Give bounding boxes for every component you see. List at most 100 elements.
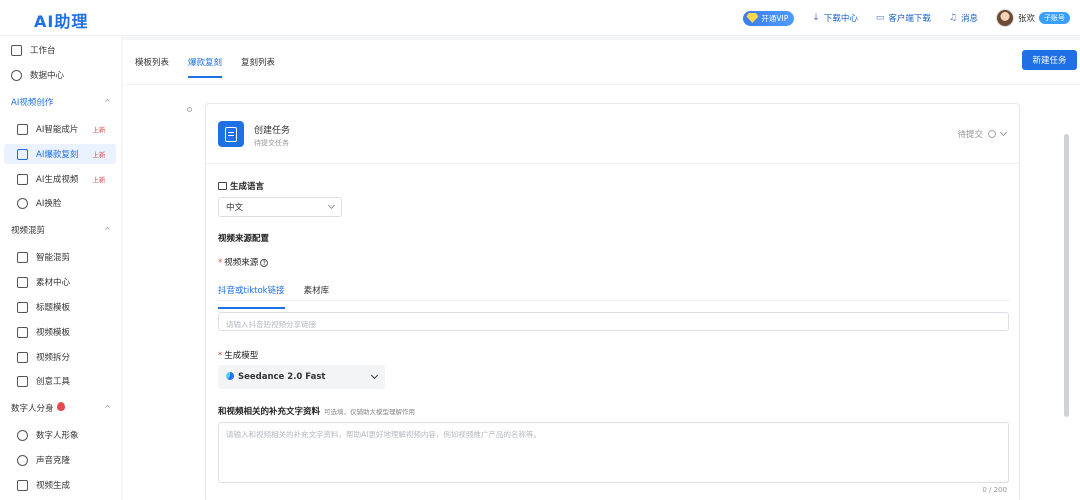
folder-icon bbox=[17, 276, 28, 288]
layout-icon bbox=[17, 326, 28, 338]
bell-icon: ♫ bbox=[948, 13, 957, 23]
sidebar-item-label: 标题模板 bbox=[36, 303, 71, 313]
monitor-icon bbox=[11, 44, 22, 56]
new-badge: 上新 bbox=[92, 176, 106, 184]
required-mark: * bbox=[218, 351, 223, 361]
sidebar-item-data-center[interactable]: 数据中心 bbox=[11, 67, 64, 83]
sidebar-item-material[interactable]: 素材中心 bbox=[17, 274, 70, 290]
supplement-textarea[interactable]: 请输入和视频相关的补充文字资料，帮助AI更好地理解视频内容，例如视频推广产品的名… bbox=[218, 422, 1009, 483]
language-select[interactable]: 中文 bbox=[218, 197, 342, 217]
tab-copy-list[interactable]: 复刻列表 bbox=[241, 40, 275, 84]
char-counter: 0 / 200 bbox=[982, 486, 1007, 494]
task-status: 待提交 bbox=[957, 128, 1008, 140]
sidebar-item-label: 视频生成 bbox=[36, 481, 71, 491]
download-arrow-icon: ↓ bbox=[812, 13, 820, 23]
sidebar-group-mix[interactable]: 视频混剪 ^ bbox=[11, 222, 111, 238]
supplement-hint: 可选填，仅辅助大模型理解作用 bbox=[324, 408, 416, 416]
sidebar-item-voice-clone[interactable]: 声音克隆 bbox=[17, 452, 70, 468]
sidebar-item-workbench[interactable]: 工作台 bbox=[11, 42, 56, 58]
chevron-down-icon[interactable] bbox=[999, 128, 1008, 137]
new-badge: 上新 bbox=[92, 151, 106, 159]
split-icon bbox=[17, 351, 28, 363]
sidebar-item-ai-faceswap[interactable]: AI换脸 bbox=[17, 195, 61, 211]
messages-link[interactable]: ♫ 消息 bbox=[949, 12, 978, 24]
sidebar-item-label: 工作台 bbox=[30, 46, 56, 56]
person-icon bbox=[17, 429, 28, 441]
info-icon[interactable] bbox=[988, 130, 996, 138]
sidebar: 工作台 数据中心 AI视频创作 ^ AI智能成片 上新 AI爆款复刻 上新 AI… bbox=[0, 36, 121, 500]
sidebar-item-smart-mix[interactable]: 智能混剪 bbox=[17, 249, 70, 265]
timeline-dot bbox=[187, 107, 192, 112]
tab-template-list[interactable]: 模板列表 bbox=[135, 40, 169, 84]
sidebar-item-creative-tools[interactable]: 创意工具 bbox=[17, 373, 70, 389]
sidebar-item-title-template[interactable]: 标题模板 bbox=[17, 299, 70, 315]
tab-hot-copy[interactable]: 爆款复刻 bbox=[188, 40, 223, 84]
model-value-wrap: Seedance 2.0 Fast bbox=[226, 372, 325, 382]
model-select[interactable]: Seedance 2.0 Fast bbox=[218, 365, 385, 389]
source-label-row: * 视频来源? bbox=[218, 256, 269, 268]
sidebar-item-ai-copy[interactable]: AI爆款复刻 上新 bbox=[4, 144, 116, 164]
main-panel: 模板列表 爆款复刻 复刻列表 新建任务 创建任务 待提交任务 待提交 生成语言 … bbox=[123, 40, 1080, 500]
new-task-button[interactable]: 新建任务 bbox=[1022, 50, 1077, 70]
sidebar-group-digital[interactable]: 数字人分身 ^ bbox=[11, 400, 111, 416]
lang-label: 生成语言 bbox=[230, 182, 265, 192]
microphone-icon bbox=[17, 454, 28, 466]
client-download-label: 客户端下载 bbox=[888, 14, 931, 24]
client-download-link[interactable]: ▭ 客户端下载 bbox=[876, 12, 931, 24]
tabs-divider bbox=[123, 84, 1080, 85]
source-config-heading: 视频来源配置 bbox=[218, 234, 270, 244]
sidebar-item-label: 声音克隆 bbox=[36, 456, 71, 466]
task-subtitle: 待提交任务 bbox=[254, 139, 289, 147]
sidebar-item-label: AI爆款复刻 bbox=[36, 150, 79, 160]
copy-icon bbox=[17, 148, 28, 160]
sidebar-item-video-template[interactable]: 视频模板 bbox=[17, 324, 70, 340]
supplement-label: 和视频相关的补充文字资料 bbox=[218, 407, 321, 417]
sidebar-item-ai-generate[interactable]: AI生成视频 上新 bbox=[17, 171, 105, 187]
model-value: Seedance 2.0 Fast bbox=[238, 372, 326, 382]
task-card-header[interactable]: 创建任务 待提交任务 待提交 bbox=[206, 104, 1019, 164]
title-template-icon bbox=[17, 301, 28, 313]
video-camera-icon bbox=[17, 479, 28, 491]
sidebar-item-digital-avatar[interactable]: 数字人形象 bbox=[17, 427, 79, 443]
link-input[interactable]: 请输入抖音短视频分享链接 bbox=[218, 312, 1009, 331]
pie-chart-icon bbox=[11, 69, 22, 81]
sidebar-group-ai-video[interactable]: AI视频创作 ^ bbox=[11, 94, 111, 110]
new-badge: 上新 bbox=[92, 126, 106, 134]
chevron-up-icon: ^ bbox=[104, 225, 111, 235]
model-label-row: * 生成模型 bbox=[218, 349, 258, 361]
sidebar-group-label: 数字人分身 bbox=[11, 404, 54, 414]
chevron-down-icon bbox=[327, 201, 336, 210]
video-gen-icon bbox=[17, 173, 28, 185]
vip-button[interactable]: 开通VIP bbox=[743, 10, 795, 26]
sidebar-group-label: 视频混剪 bbox=[11, 226, 46, 236]
source-label: 视频来源 bbox=[224, 258, 259, 268]
scrollbar[interactable] bbox=[1064, 134, 1069, 417]
task-card: 创建任务 待提交任务 待提交 生成语言 中文 视频来源配置 * 视频来源? 抖音或… bbox=[205, 103, 1020, 500]
sidebar-item-label: 素材中心 bbox=[36, 278, 71, 288]
lang-label-row: 生成语言 bbox=[218, 180, 264, 192]
task-title: 创建任务 bbox=[254, 126, 291, 136]
source-tabs-divider bbox=[218, 300, 1009, 301]
diamond-icon bbox=[746, 13, 759, 23]
sidebar-item-label: 数字人形象 bbox=[36, 431, 79, 441]
sidebar-item-ai-smart[interactable]: AI智能成片 上新 bbox=[17, 121, 105, 137]
help-icon[interactable]: ? bbox=[260, 259, 269, 267]
sidebar-item-video-split[interactable]: 视频拆分 bbox=[17, 349, 70, 365]
task-status-label: 待提交 bbox=[957, 130, 983, 140]
language-value: 中文 bbox=[226, 203, 244, 213]
sidebar-item-label: 视频模板 bbox=[36, 328, 71, 338]
required-mark: * bbox=[218, 258, 223, 268]
sidebar-item-label: AI换脸 bbox=[36, 199, 62, 209]
creative-tool-icon bbox=[17, 375, 28, 387]
model-label: 生成模型 bbox=[224, 351, 259, 361]
supplement-label-row: 和视频相关的补充文字资料 可选填，仅辅助大模型理解作用 bbox=[218, 405, 415, 417]
user-menu[interactable]: 张欢 子账号 bbox=[995, 9, 1070, 27]
main-tabs: 模板列表 爆款复刻 复刻列表 bbox=[135, 40, 275, 84]
app-logo[interactable]: AI助理 bbox=[34, 8, 88, 32]
messages-label: 消息 bbox=[960, 14, 978, 24]
chevron-down-icon bbox=[370, 371, 379, 380]
avatar bbox=[995, 9, 1014, 27]
sidebar-group-label: AI视频创作 bbox=[11, 98, 54, 108]
sidebar-item-video-gen[interactable]: 视频生成 bbox=[17, 477, 70, 493]
download-center-link[interactable]: ↓ 下载中心 bbox=[812, 12, 858, 24]
